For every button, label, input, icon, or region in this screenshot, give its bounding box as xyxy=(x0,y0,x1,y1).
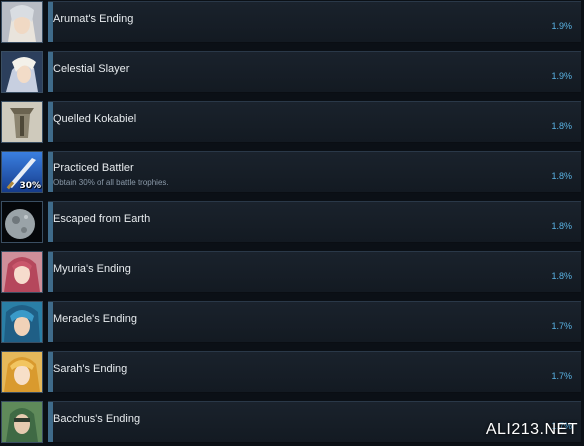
arumat-portrait-icon xyxy=(1,1,43,43)
trophy-row[interactable]: Quelled Kokabiel 1.8% xyxy=(0,100,584,146)
myuria-portrait-icon xyxy=(1,251,43,293)
trophy-panel: Arumat's Ending 1.9% xyxy=(48,1,581,43)
trophy-rarity: 1.8% xyxy=(551,271,572,281)
watermark: ALI213.NET xyxy=(485,421,578,438)
sword-icon: 30% xyxy=(1,151,43,193)
sarah-portrait-icon xyxy=(1,351,43,393)
trophy-title: Sarah's Ending xyxy=(53,363,128,375)
trophy-panel: Celestial Slayer 1.9% xyxy=(48,51,581,93)
trophy-panel: Practiced Battler Obtain 30% of all batt… xyxy=(48,151,581,193)
trophy-row[interactable]: Escaped from Earth 1.8% xyxy=(0,200,584,246)
trophy-title: Myuria's Ending xyxy=(53,263,131,275)
trophy-row[interactable]: Arumat's Ending 1.9% xyxy=(0,0,584,46)
trophy-title: Meracle's Ending xyxy=(53,313,138,325)
trophy-panel: Sarah's Ending 1.7% xyxy=(48,351,581,393)
trophy-rarity: 1.8% xyxy=(551,221,572,231)
trophy-rarity: 1.8% xyxy=(551,121,572,131)
moon-icon xyxy=(1,201,43,243)
trophy-rarity: 1.8% xyxy=(551,171,572,181)
meracle-portrait-icon xyxy=(1,301,43,343)
trophy-title: Escaped from Earth xyxy=(53,213,151,225)
trophy-rarity: 1.7% xyxy=(551,321,572,331)
trophy-panel: Meracle's Ending 1.7% xyxy=(48,301,581,343)
trophy-row[interactable]: Sarah's Ending 1.7% xyxy=(0,350,584,396)
trophy-rarity: 1.9% xyxy=(551,21,572,31)
trophy-row[interactable]: Celestial Slayer 1.9% xyxy=(0,50,584,96)
trophy-rarity: 1.9% xyxy=(551,71,572,81)
trophy-title: Bacchus's Ending xyxy=(53,413,141,425)
kokabiel-emblem-icon xyxy=(1,101,43,143)
trophy-panel: Escaped from Earth 1.8% xyxy=(48,201,581,243)
trophy-rarity: 1.7% xyxy=(551,371,572,381)
trophy-row[interactable]: Myuria's Ending 1.8% xyxy=(0,250,584,296)
trophy-title: Celestial Slayer xyxy=(53,63,130,75)
trophy-description: Obtain 30% of all battle trophies. xyxy=(53,178,169,187)
trophy-title: Quelled Kokabiel xyxy=(53,113,137,125)
trophy-row[interactable]: 30% Practiced Battler Obtain 30% of all … xyxy=(0,150,584,196)
celestial-slayer-portrait-icon xyxy=(1,51,43,93)
bacchus-portrait-icon xyxy=(1,401,43,443)
trophy-row[interactable]: Meracle's Ending 1.7% xyxy=(0,300,584,346)
trophy-panel: Myuria's Ending 1.8% xyxy=(48,251,581,293)
trophy-title: Arumat's Ending xyxy=(53,13,134,25)
trophy-badge: 30% xyxy=(19,181,41,191)
trophy-panel: Quelled Kokabiel 1.8% xyxy=(48,101,581,143)
trophy-title: Practiced Battler xyxy=(53,162,134,174)
